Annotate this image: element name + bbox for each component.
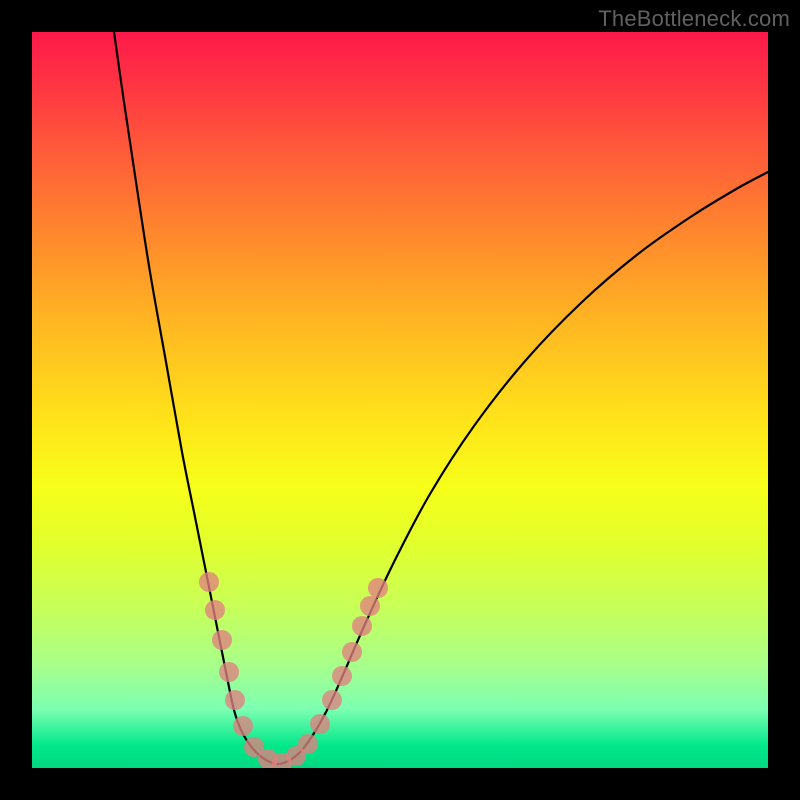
data-marker	[342, 642, 362, 662]
data-marker	[205, 600, 225, 620]
data-marker	[310, 714, 330, 734]
bottleneck-curve-svg	[32, 32, 768, 768]
data-marker	[233, 716, 253, 736]
data-marker	[298, 734, 318, 754]
data-marker	[225, 690, 245, 710]
data-markers	[199, 572, 388, 768]
chart-frame: TheBottleneck.com	[0, 0, 800, 800]
data-marker	[199, 572, 219, 592]
data-marker	[360, 596, 380, 616]
watermark-text: TheBottleneck.com	[598, 6, 790, 32]
plot-area	[32, 32, 768, 768]
data-marker	[219, 662, 239, 682]
data-marker	[332, 666, 352, 686]
data-marker	[212, 630, 232, 650]
data-marker	[322, 690, 342, 710]
data-marker	[368, 578, 388, 598]
data-marker	[352, 616, 372, 636]
bottleneck-curve-line	[114, 32, 768, 764]
